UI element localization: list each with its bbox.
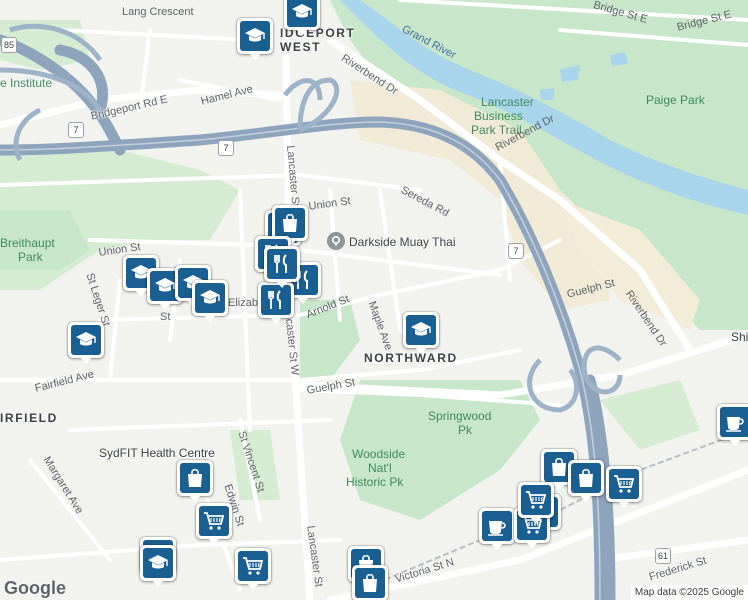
park-label: Lancaster (481, 95, 534, 109)
location-pin-icon[interactable] (327, 232, 345, 250)
highway-shield: 7 (218, 140, 234, 156)
school-icon (245, 28, 265, 42)
shopping-icon (180, 463, 210, 493)
park-label: Nat'l (368, 461, 392, 475)
shopping-marker[interactable] (177, 460, 213, 502)
park-label: Breithaupt (0, 236, 55, 250)
school-marker[interactable] (192, 280, 228, 322)
park-label: Park (18, 250, 43, 264)
street-label: Lang Crescent (122, 6, 194, 18)
school-marker[interactable] (284, 0, 320, 36)
school-marker[interactable] (140, 545, 176, 587)
school-icon (287, 0, 317, 27)
park-label: Historic Pk (346, 475, 404, 489)
shopping-bag-icon (579, 468, 593, 487)
shopping-icon (275, 208, 305, 238)
restaurant-icon (267, 249, 297, 279)
neighbourhood-label: IRFIELD (0, 411, 58, 425)
highway-shield: 7 (68, 122, 84, 138)
school-icon (143, 548, 173, 578)
neighbourhood-label: WEST (280, 40, 322, 54)
grocery-icon (609, 469, 639, 499)
street-label: St (160, 311, 171, 323)
school-icon (148, 555, 168, 569)
street-label: Shi (731, 330, 748, 344)
cafe-marker[interactable] (479, 508, 515, 550)
grocery-marker[interactable] (196, 503, 232, 545)
shopping-cart-icon (243, 557, 264, 575)
restaurant-marker[interactable] (264, 246, 300, 288)
coffee-cup-icon (726, 417, 744, 432)
map-attribution[interactable]: Map data ©2025 Google (630, 585, 748, 600)
grocery-marker[interactable] (235, 548, 271, 590)
school-marker[interactable] (403, 312, 439, 354)
park-label: Paige Park (646, 93, 705, 107)
shopping-cart-icon (204, 512, 225, 530)
school-marker[interactable] (68, 322, 104, 364)
place-label[interactable]: SydFIT Health Centre (99, 447, 215, 459)
school-icon (411, 322, 431, 336)
highway-shield: 61 (655, 548, 671, 564)
map-canvas[interactable]: Lang Crescent IDGEPORT WEST e Institute … (0, 0, 748, 600)
shopping-bag-icon (363, 573, 377, 592)
shopping-icon (571, 463, 601, 493)
restaurant-icon (261, 285, 291, 315)
school-icon (195, 283, 225, 313)
school-icon (76, 332, 96, 346)
grocery-icon (238, 551, 268, 581)
highway-shield: 7 (508, 243, 524, 259)
shopping-cart-icon (614, 475, 635, 493)
school-icon (71, 325, 101, 355)
cafe-icon (482, 511, 512, 541)
fork-knife-icon (268, 290, 281, 309)
school-icon (292, 4, 312, 18)
fork-knife-icon (274, 254, 287, 273)
grocery-icon (521, 485, 551, 515)
park-label: Springwood (428, 409, 492, 423)
school-icon (155, 278, 175, 292)
grocery-marker[interactable] (606, 466, 642, 508)
coffee-cup-icon (488, 521, 506, 536)
park-label: Pk (458, 423, 473, 437)
place-label: e Institute (0, 76, 53, 90)
cafe-marker[interactable] (717, 404, 748, 446)
shopping-icon (355, 568, 385, 598)
neighbourhood-label: NORTHWARD (364, 351, 458, 365)
highway-shield: 85 (1, 37, 17, 53)
grocery-marker[interactable] (518, 482, 554, 524)
school-icon (200, 290, 220, 304)
school-marker[interactable] (237, 18, 273, 60)
shopping-bag-icon (188, 468, 202, 487)
pond (540, 88, 555, 100)
shopping-cart-icon (526, 491, 547, 509)
shopping-marker[interactable] (352, 565, 388, 600)
park-label: Woodside (352, 447, 406, 461)
place-label[interactable]: Darkside Muay Thai (349, 236, 456, 248)
shopping-bag-icon (283, 213, 297, 232)
school-icon (240, 21, 270, 51)
shopping-marker[interactable] (568, 460, 604, 502)
school-icon (406, 315, 436, 345)
grocery-icon (199, 506, 229, 536)
cafe-icon (720, 407, 748, 437)
google-logo: Google (4, 578, 66, 598)
park-label: Business (474, 109, 523, 123)
